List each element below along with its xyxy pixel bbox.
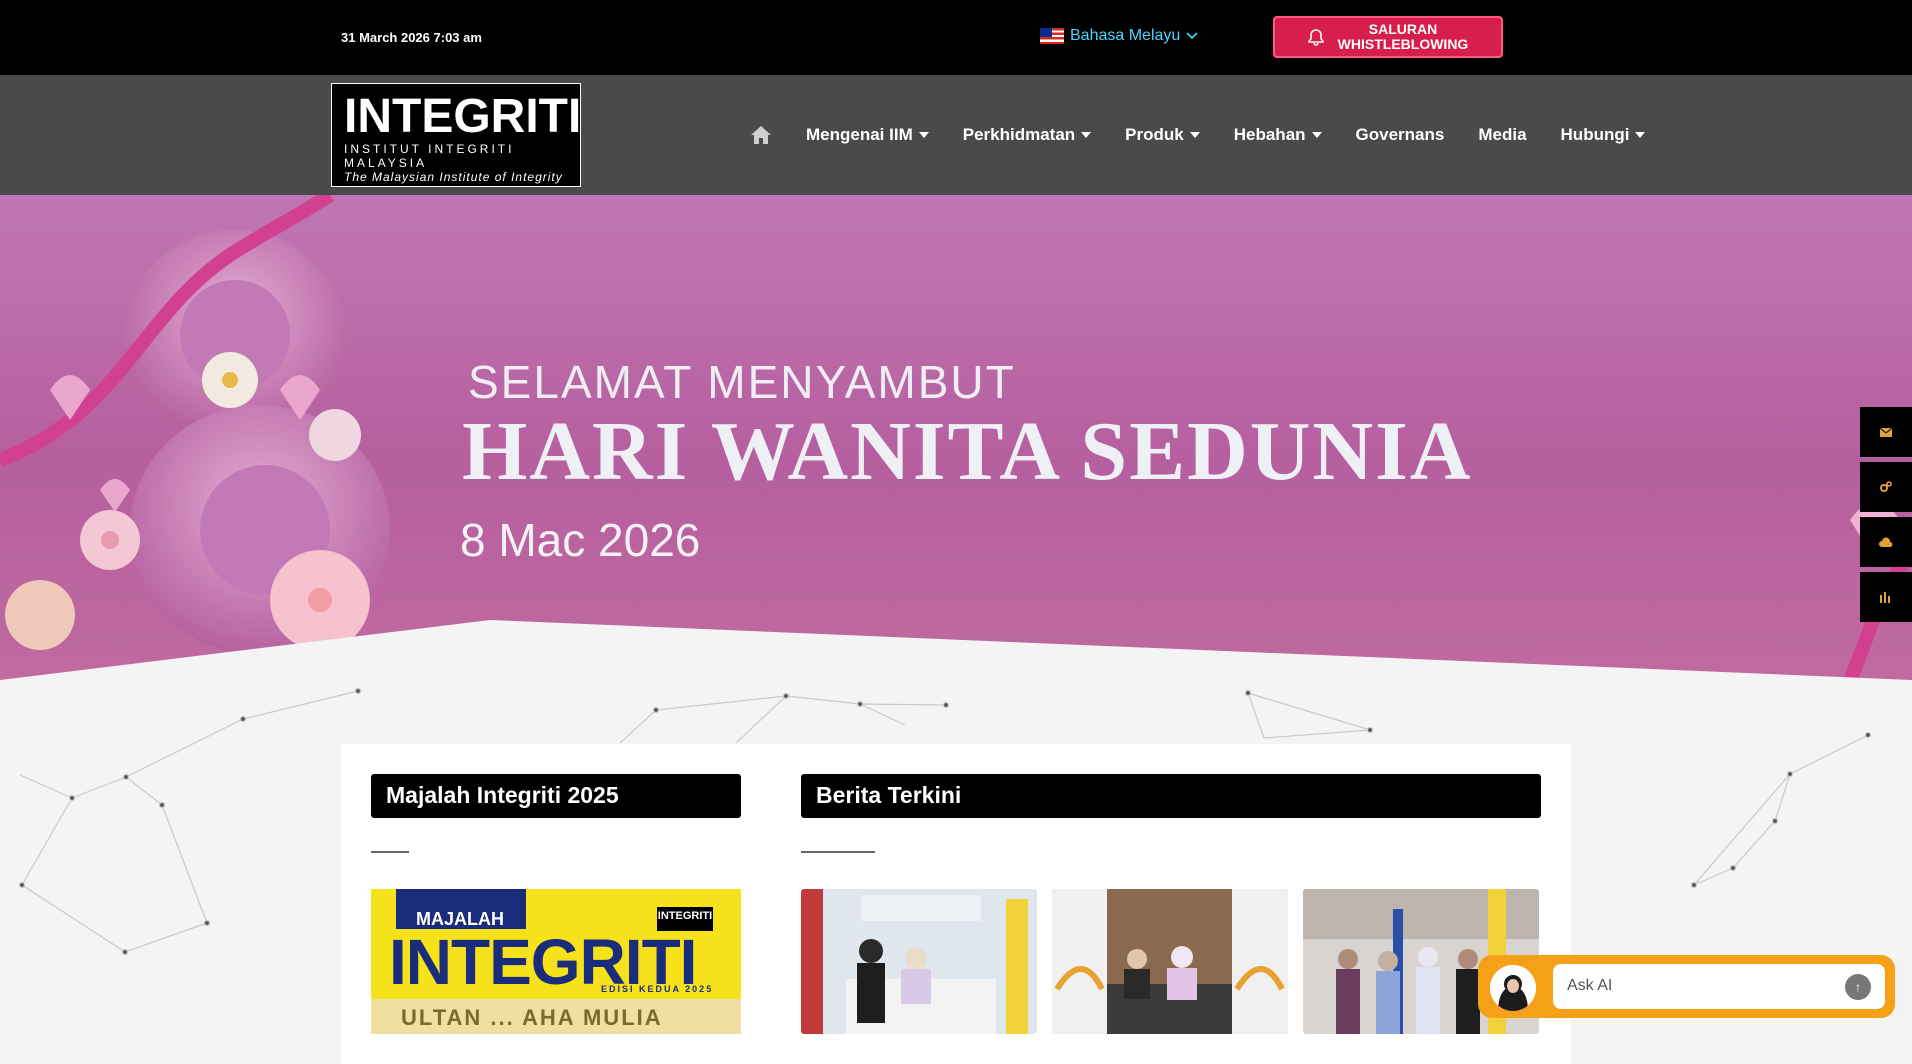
gears-icon <box>1880 481 1892 492</box>
datetime-text: 31 March 2026 7:03 am <box>341 30 482 45</box>
nav-item-hubungi[interactable]: Hubungi <box>1561 125 1646 145</box>
whistleblowing-line1: SALURAN <box>1368 21 1438 37</box>
caret-down-icon <box>1189 132 1200 138</box>
nav-item-media[interactable]: Media <box>1478 125 1526 145</box>
main-navbar: INTEGRITI INSTITUT INTEGRITI MALAYSIA Th… <box>0 75 1912 277</box>
side-mail-button[interactable] <box>1860 407 1912 457</box>
home-icon[interactable] <box>750 125 772 145</box>
cloud-icon <box>1879 537 1893 547</box>
chevron-down-icon <box>1186 32 1198 40</box>
ask-ai-placeholder: Ask AI <box>1567 977 1613 994</box>
logo-english: The Malaysian Institute of Integrity <box>344 170 563 184</box>
magazine-edition: EDISI KEDUA 2025 <box>601 984 714 994</box>
mail-icon <box>1879 427 1893 437</box>
logo-title: INTEGRITI <box>344 90 582 143</box>
whistleblowing-button[interactable]: SALURAN WHISTLEBLOWING <box>1273 16 1503 58</box>
news-thumbnail-1[interactable] <box>801 889 1037 1034</box>
side-cloud-button[interactable] <box>1860 517 1912 567</box>
section-divider <box>371 851 409 853</box>
nav-menu: Mengenai IIM Perkhidmatan Produk Hebahan… <box>750 115 1679 155</box>
hero-line1: SELAMAT MENYAMBUT <box>468 356 1016 408</box>
news-thumbnail-2[interactable] <box>1052 889 1288 1034</box>
language-label: Bahasa Melayu <box>1070 27 1181 44</box>
nav-label: Hebahan <box>1233 125 1306 144</box>
magazine-section-title: Majalah Integriti 2025 <box>371 774 741 818</box>
logo-subtitle: INSTITUT INTEGRITI MALAYSIA <box>344 142 515 170</box>
nav-label: Mengenai IIM <box>806 125 913 144</box>
arrow-up-icon[interactable]: ↑ <box>1845 974 1871 1000</box>
nav-item-perkhidmatan[interactable]: Perkhidmatan <box>962 125 1092 145</box>
magazine-strip-text: ULTAN ... AHA MULIA <box>371 999 741 1034</box>
section-divider <box>801 851 875 853</box>
caret-down-icon <box>1635 132 1646 138</box>
magazine-cover[interactable]: MAJALAH INTEGRITI INTEGRITI EDISI KEDUA … <box>371 889 741 1034</box>
bar-chart-icon <box>1880 592 1890 603</box>
caret-down-icon <box>1081 132 1092 138</box>
side-settings-button[interactable] <box>1860 462 1912 512</box>
nav-item-governans[interactable]: Governans <box>1356 125 1445 145</box>
side-stats-button[interactable] <box>1860 572 1912 622</box>
nav-label: Governans <box>1355 125 1445 144</box>
nav-label: Perkhidmatan <box>962 125 1076 144</box>
malaysia-flag-icon <box>1040 28 1064 44</box>
ai-avatar[interactable] <box>1490 965 1536 1011</box>
ask-ai-widget: Ask AI ↑ <box>1478 955 1895 1018</box>
ask-ai-input[interactable]: Ask AI ↑ <box>1553 964 1885 1009</box>
hero-line2: HARI WANITA SEDUNIA <box>462 405 1473 498</box>
top-bar: 31 March 2026 7:03 am Bahasa Melayu SALU… <box>0 0 1912 75</box>
nav-label: Produk <box>1125 125 1184 144</box>
hero-banner[interactable]: SELAMAT MENYAMBUT HARI WANITA SEDUNIA 8 … <box>0 195 1912 680</box>
caret-down-icon <box>1311 132 1322 138</box>
whistleblowing-line2: WHISTLEBLOWING <box>1337 36 1469 52</box>
nav-label: Hubungi <box>1560 125 1630 144</box>
nav-item-mengenai[interactable]: Mengenai IIM <box>806 125 929 145</box>
caret-down-icon <box>918 132 929 138</box>
bell-icon <box>1307 29 1324 46</box>
language-selector[interactable]: Bahasa Melayu <box>1040 27 1198 45</box>
nav-item-hebahan[interactable]: Hebahan <box>1234 125 1322 145</box>
nav-label: Media <box>1478 125 1527 144</box>
news-section-title: Berita Terkini <box>801 774 1541 818</box>
magazine-majalah-label: MAJALAH <box>396 889 526 929</box>
site-logo[interactable]: INTEGRITI INSTITUT INTEGRITI MALAYSIA Th… <box>331 83 581 187</box>
hero-line3: 8 Mac 2026 <box>460 514 701 566</box>
nav-item-produk[interactable]: Produk <box>1125 125 1200 145</box>
